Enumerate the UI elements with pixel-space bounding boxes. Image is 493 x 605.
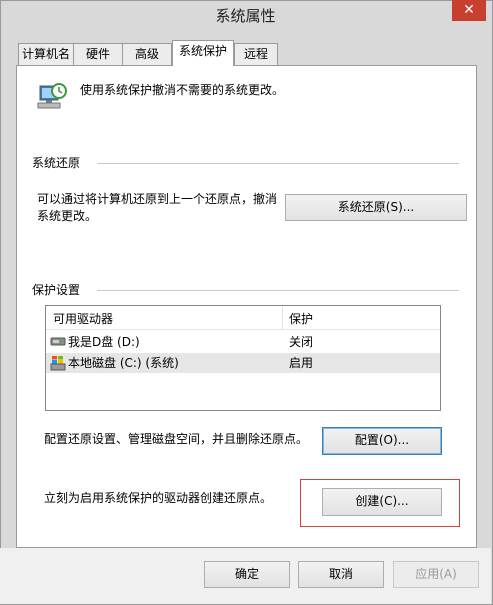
column-header-protection[interactable]: 保护 [289,311,313,327]
configure-description: 配置还原设置、管理磁盘空间，并且删除还原点。 [44,432,309,446]
tab-computer-name[interactable]: 计算机名 [18,43,74,65]
column-divider [282,307,283,329]
drive-name: 我是D盘 (D:) [68,335,140,349]
drive-protection-status: 关闭 [289,335,314,349]
section-divider [97,290,459,291]
close-button[interactable]: ✕ [452,0,486,21]
window-title: 系统属性 [215,7,276,25]
create-button[interactable]: 创建(C)... [322,488,442,516]
intro-text: 使用系统保护撤消不需要的系统更改。 [80,83,285,97]
restore-description-line2: 系统更改。 [37,209,98,223]
system-restore-button[interactable]: 系统还原(S)... [285,194,467,221]
restore-description-line1: 可以通过将计算机还原到上一个还原点，撤消 [37,192,278,206]
tab-advanced[interactable]: 高级 [122,43,172,65]
ok-button[interactable]: 确定 [204,561,290,588]
system-restore-section-title: 系统还原 [32,156,81,170]
header-divider [46,329,440,330]
system-protection-icon [34,80,68,114]
removable-drive-icon [50,334,66,348]
tab-remote[interactable]: 远程 [234,43,278,65]
drive-name: 本地磁盘 (C:) (系统) [68,356,179,370]
apply-button[interactable]: 应用(A) [393,561,479,588]
tab-hardware[interactable]: 硬件 [73,43,123,65]
column-header-drives[interactable]: 可用驱动器 [53,311,113,327]
create-description: 立刻为启用系统保护的驱动器创建还原点。 [44,491,273,505]
cancel-button[interactable]: 取消 [298,561,384,588]
drive-protection-status: 启用 [289,356,314,370]
system-drive-icon [50,355,66,371]
protection-settings-section-title: 保护设置 [32,283,81,297]
section-divider [97,163,459,164]
configure-button[interactable]: 配置(O)... [322,427,442,455]
tab-system-protection[interactable]: 系统保护 [172,40,234,66]
